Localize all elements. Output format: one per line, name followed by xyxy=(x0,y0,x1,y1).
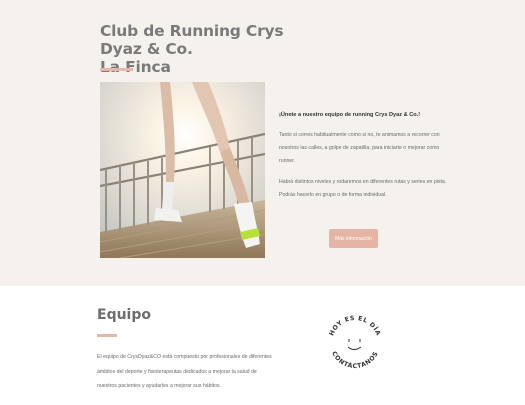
equipo-title: Equipo xyxy=(97,307,151,323)
intro-paragraph-1: Tanto si corres habitualmente como si no… xyxy=(279,132,440,164)
svg-text:HOY ES EL DÍA: HOY ES EL DÍA xyxy=(328,315,381,337)
contact-badge[interactable]: HOY ES EL DÍA CONTÁCTANOS xyxy=(324,312,386,374)
equipo-divider xyxy=(97,334,117,337)
intro-block: ¡Únete a nuestro equipo de running Crys … xyxy=(279,112,449,210)
badge-top-text: HOY ES EL DÍA xyxy=(328,315,381,337)
runner-photo xyxy=(100,82,265,258)
title-divider xyxy=(100,68,133,71)
more-info-button[interactable]: Más información xyxy=(329,229,378,248)
intro-paragraph-2: Habrá distintos niveles y rodaremos en d… xyxy=(279,179,447,198)
title-line-2: La Finca xyxy=(100,58,171,76)
title-line-1: Club de Running Crys Dyaz & Co. xyxy=(100,22,284,58)
svg-text:CONTÁCTANOS: CONTÁCTANOS xyxy=(330,350,380,370)
badge-bottom-text: CONTÁCTANOS xyxy=(330,350,379,370)
hero-section: Club de Running Crys Dyaz & Co. La Finca xyxy=(0,0,525,286)
page-title: Club de Running Crys Dyaz & Co. La Finca xyxy=(100,22,330,76)
intro-heading: ¡Únete a nuestro equipo de running Crys … xyxy=(279,112,421,118)
smile-icon xyxy=(347,339,362,350)
equipo-description: El equipo de CrysDyaz&CO está compuesto … xyxy=(97,354,272,389)
